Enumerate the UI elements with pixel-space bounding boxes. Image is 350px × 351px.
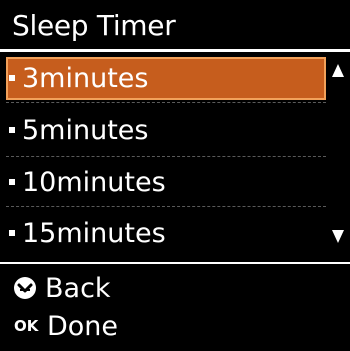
sleep-timer-options: 3minutes 5minutes 10minutes 15minutes bbox=[0, 52, 350, 264]
list-divider bbox=[6, 206, 326, 207]
footer-divider bbox=[0, 262, 350, 264]
bullet-icon bbox=[9, 74, 15, 81]
ok-button-icon: OK bbox=[14, 316, 39, 335]
lcd-screen: Sleep Timer 3minutes 5minutes 10minutes … bbox=[0, 0, 350, 351]
back-action[interactable]: Back bbox=[14, 270, 111, 308]
option-label: 10minutes bbox=[22, 167, 166, 198]
bullet-icon bbox=[9, 178, 15, 185]
option-3-minutes[interactable]: 3minutes bbox=[6, 57, 326, 100]
bullet-icon bbox=[9, 229, 15, 236]
done-label: Done bbox=[47, 311, 119, 342]
list-divider bbox=[6, 102, 326, 103]
back-button-icon bbox=[14, 276, 36, 299]
done-action[interactable]: OK Done bbox=[14, 308, 118, 346]
back-label: Back bbox=[45, 273, 111, 304]
option-5-minutes[interactable]: 5minutes bbox=[6, 109, 326, 152]
bullet-icon bbox=[9, 126, 15, 133]
list-divider bbox=[6, 156, 326, 157]
scroll-up-icon[interactable] bbox=[332, 64, 344, 77]
option-label: 15minutes bbox=[22, 218, 166, 249]
screen-title: Sleep Timer bbox=[12, 9, 176, 42]
option-10-minutes[interactable]: 10minutes bbox=[6, 161, 326, 204]
option-15-minutes[interactable]: 15minutes bbox=[6, 212, 326, 255]
scroll-down-icon[interactable] bbox=[332, 230, 344, 243]
option-label: 3minutes bbox=[22, 63, 149, 94]
option-label: 5minutes bbox=[22, 115, 149, 146]
